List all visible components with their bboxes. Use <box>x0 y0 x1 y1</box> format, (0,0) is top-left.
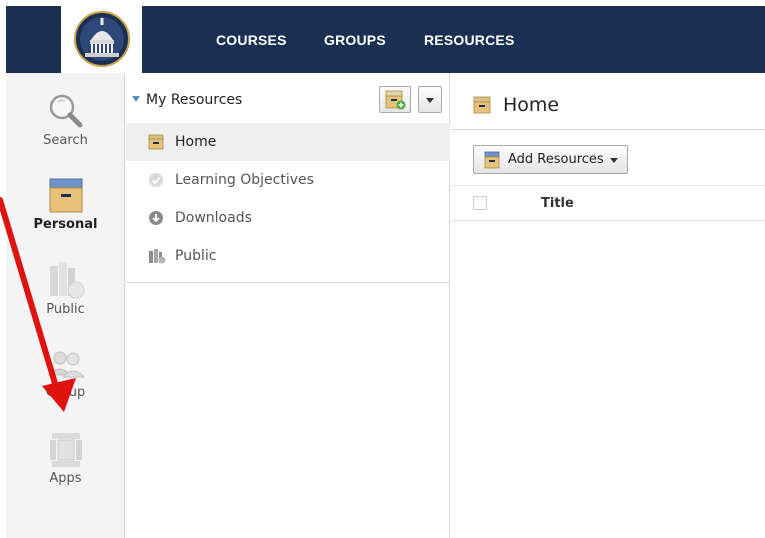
chevron-down-icon <box>426 98 434 103</box>
rail-label-search: Search <box>43 133 88 148</box>
group-people-icon <box>47 351 85 378</box>
rail-label-personal: Personal <box>33 217 98 232</box>
add-box-icon <box>385 90 406 110</box>
tree-item-home[interactable]: Home <box>126 123 450 161</box>
capitol-dome-logo-icon <box>74 11 130 67</box>
app-frame: COURSES GROUPS RESOURCES Search Personal <box>6 6 765 538</box>
table-header: Title <box>451 185 765 221</box>
nav-groups[interactable]: GROUPS <box>324 32 386 48</box>
title-divider <box>451 129 765 130</box>
tree-item-label: Downloads <box>175 210 252 226</box>
public-books-icon <box>49 262 84 299</box>
tree-divider <box>126 282 450 283</box>
rail-label-group: Group <box>45 385 86 400</box>
content-panel: Home Add Resources Title <box>451 73 765 538</box>
new-folder-button[interactable] <box>379 86 411 113</box>
column-header-title[interactable]: Title <box>541 196 574 211</box>
home-box-icon <box>148 134 164 150</box>
tree-item-learning-objectives[interactable]: Learning Objectives <box>126 161 450 199</box>
rail-item-search[interactable]: Search <box>6 91 125 148</box>
tree-title[interactable]: My Resources <box>146 92 242 108</box>
rail-label-public: Public <box>46 302 85 317</box>
apps-icon <box>49 433 82 467</box>
rail-item-apps[interactable]: Apps <box>6 431 125 486</box>
logo[interactable] <box>61 6 142 73</box>
collapse-caret-icon[interactable] <box>132 96 140 102</box>
search-icon <box>49 94 82 128</box>
rail-label-apps: Apps <box>49 471 82 486</box>
left-rail: Search Personal Public Group Apps <box>6 73 125 538</box>
page-title: Home <box>503 94 560 116</box>
rail-item-public[interactable]: Public <box>6 260 125 317</box>
tree-options-dropdown[interactable] <box>418 86 442 113</box>
chevron-down-icon <box>610 158 618 163</box>
learning-objectives-icon <box>149 173 163 187</box>
nav-courses[interactable]: COURSES <box>216 32 287 48</box>
personal-box-icon <box>49 178 82 213</box>
tree-header: My Resources <box>126 73 450 123</box>
top-navigation-bar: COURSES GROUPS RESOURCES <box>6 6 765 73</box>
resources-tree-panel: My Resources Home Learning Objectives Do… <box>126 73 450 538</box>
tree-item-label: Home <box>175 134 217 150</box>
tree-item-downloads[interactable]: Downloads <box>126 199 450 237</box>
home-box-icon <box>473 96 491 114</box>
download-icon <box>149 211 163 225</box>
tree-item-label: Learning Objectives <box>175 172 314 188</box>
resource-box-icon <box>484 151 500 169</box>
add-resources-button[interactable]: Add Resources <box>473 145 628 174</box>
select-all-checkbox[interactable] <box>473 196 487 210</box>
rail-item-personal[interactable]: Personal <box>6 177 125 232</box>
tree-item-label: Public <box>175 248 217 264</box>
public-icon <box>149 249 166 264</box>
add-resources-label: Add Resources <box>508 152 604 167</box>
rail-item-group[interactable]: Group <box>6 347 125 400</box>
nav-resources[interactable]: RESOURCES <box>424 32 514 48</box>
tree-item-public[interactable]: Public <box>126 237 450 275</box>
